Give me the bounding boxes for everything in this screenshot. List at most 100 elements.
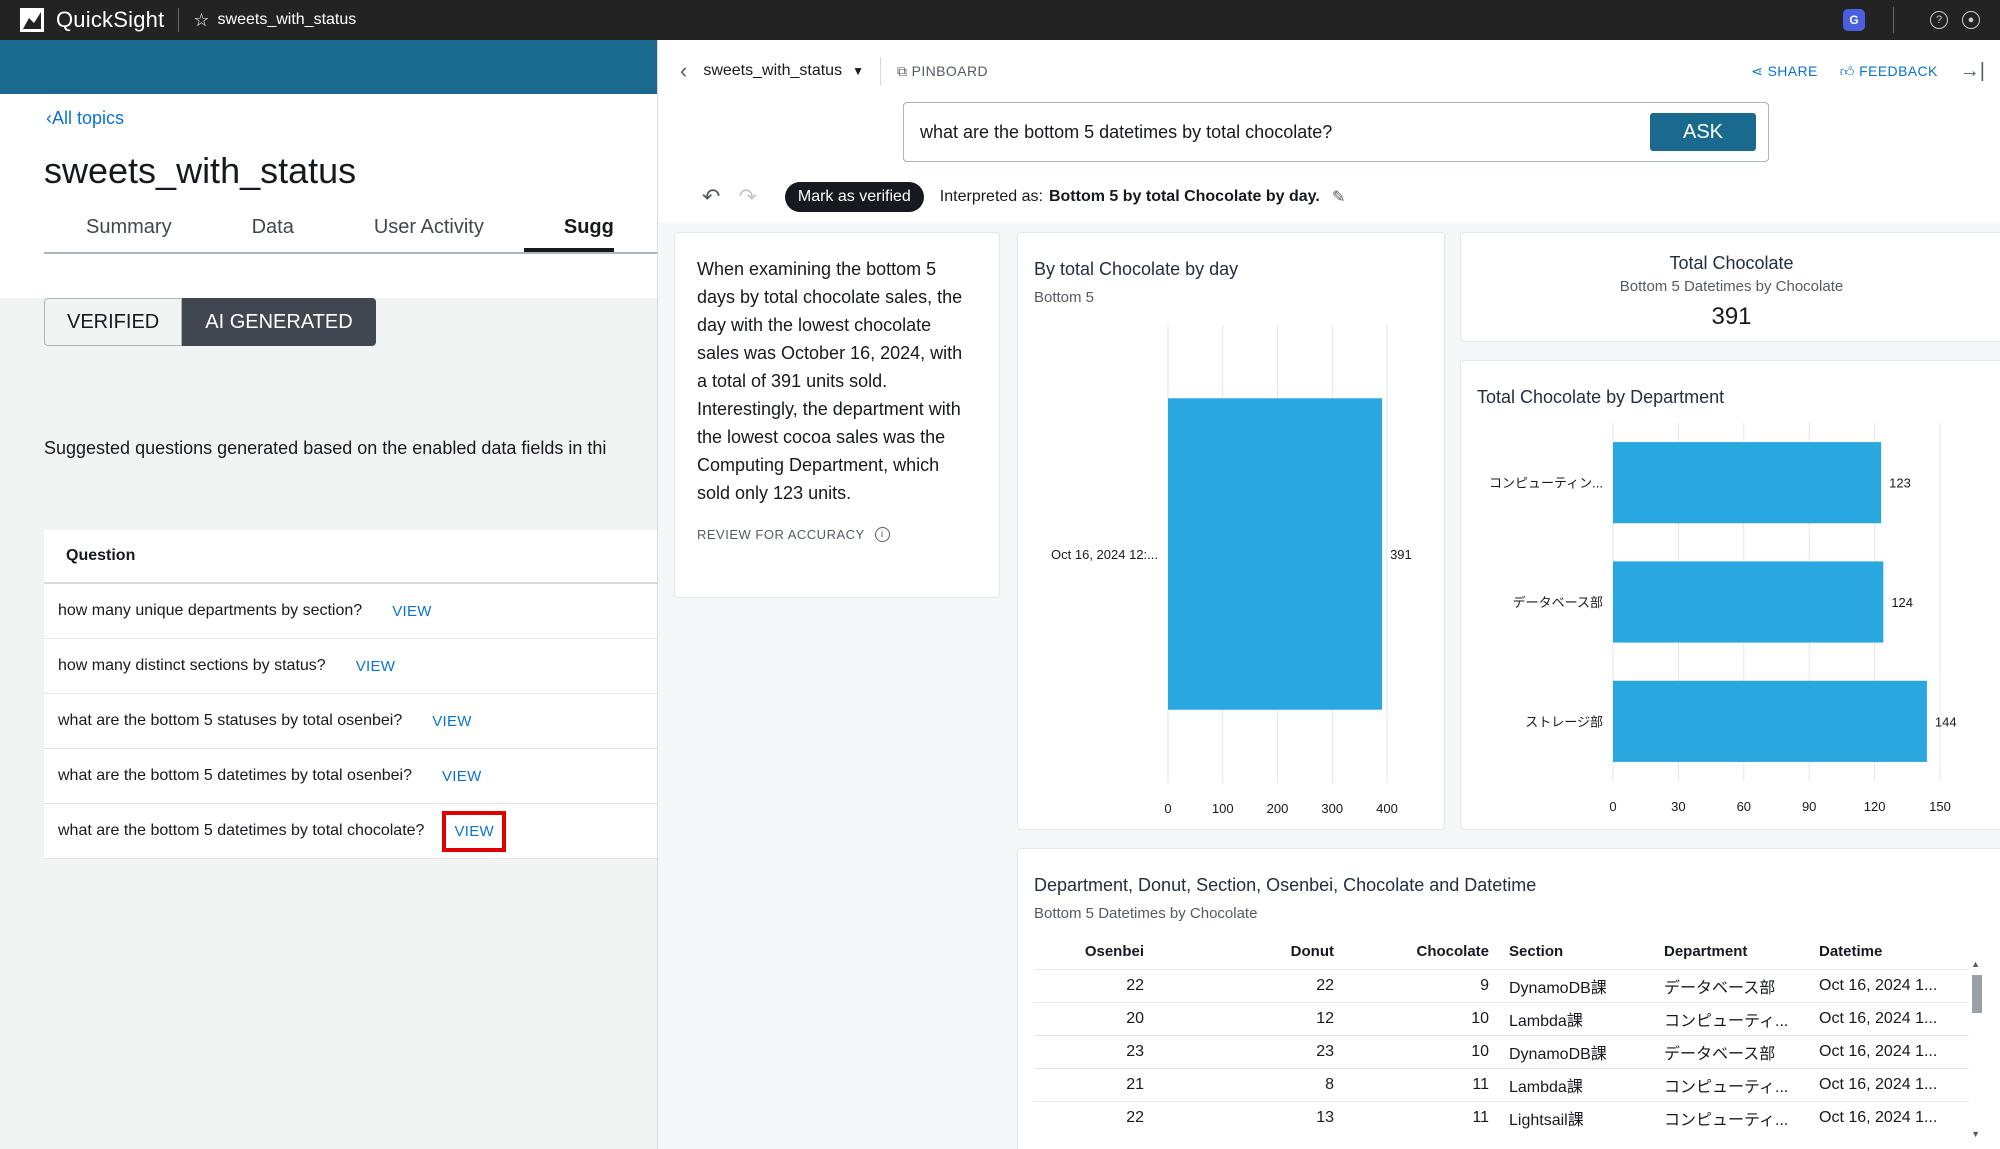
caret-down-icon[interactable]: ▼ bbox=[852, 64, 864, 78]
bar-chart-by-department: 0 30 60 90 120 150 コンピューティン... 123 データベース部 124 ストレ… bbox=[1489, 423, 1957, 814]
column-header[interactable]: Datetime bbox=[1809, 935, 1969, 969]
undo-icon[interactable]: ↶ bbox=[702, 184, 720, 210]
user-badge-icon[interactable]: G bbox=[1843, 9, 1865, 31]
narrative-card: When examining the bottom 5 days by tota… bbox=[674, 232, 1000, 598]
verified-button[interactable]: VERIFIED bbox=[44, 298, 183, 346]
tab-suggested-questions[interactable]: Sugg bbox=[523, 210, 614, 252]
questions-table: Question how many unique departments by … bbox=[44, 530, 657, 859]
edit-pencil-icon[interactable]: ✎ bbox=[1332, 187, 1345, 207]
user-icon[interactable]: ● bbox=[1962, 11, 1980, 29]
all-topics-link[interactable]: ‹All topics bbox=[46, 108, 124, 129]
table-cell: 10 bbox=[1344, 1001, 1499, 1035]
bar bbox=[1613, 442, 1882, 524]
feedback-button[interactable]: 👍︎ FEEDBACK bbox=[1840, 63, 1938, 80]
review-for-accuracy[interactable]: REVIEW FOR ACCURACY i bbox=[697, 527, 977, 542]
table-cell: コンピューティ... bbox=[1654, 1067, 1809, 1101]
x-tick-label: 400 bbox=[1376, 801, 1398, 816]
back-chevron-icon[interactable]: ‹ bbox=[680, 58, 687, 84]
star-icon[interactable]: ☆ bbox=[193, 10, 209, 31]
help-icon[interactable]: ? bbox=[1930, 11, 1948, 29]
redo-icon[interactable]: ↷ bbox=[738, 184, 756, 210]
share-button[interactable]: ⋖ SHARE bbox=[1751, 63, 1818, 80]
data-table: Osenbei Donut Chocolate Section Departme… bbox=[1034, 935, 1969, 1134]
all-topics-label: All topics bbox=[52, 108, 125, 128]
chart-card-by-department: Total Chocolate by Department 0 30 60 90 120… bbox=[1460, 360, 2000, 830]
table-cell: 22 bbox=[1034, 968, 1154, 1002]
tab-bar: Summary Data User Activity Sugg bbox=[44, 210, 657, 254]
table-cell: 10 bbox=[1344, 1034, 1499, 1068]
x-tick-label: 120 bbox=[1864, 799, 1886, 814]
question-filter-toggle: VERIFIED AI GENERATED bbox=[44, 298, 376, 346]
table-cell: コンピューティ... bbox=[1654, 1001, 1809, 1035]
kpi-value: 391 bbox=[1711, 303, 1752, 330]
kpi-title: Total Chocolate bbox=[1669, 253, 1794, 273]
table-cell: 22 bbox=[1154, 968, 1344, 1002]
app-logo[interactable]: QuickSight bbox=[20, 7, 164, 33]
column-header[interactable]: Section bbox=[1499, 935, 1654, 969]
table-cell: Oct 16, 2024 1... bbox=[1809, 1034, 1969, 1068]
collapse-panel-icon[interactable]: →| bbox=[1960, 60, 1985, 83]
view-link[interactable]: VIEW bbox=[356, 658, 396, 675]
bar-chart-by-day: 0 100 200 300 400 Oct 16, 2024 12:... 391 bbox=[1051, 325, 1412, 816]
column-header[interactable]: Chocolate bbox=[1344, 935, 1499, 969]
pinboard-button[interactable]: ⧉ PINBOARD bbox=[897, 63, 988, 80]
divider bbox=[879, 57, 881, 85]
interpreted-value: Bottom 5 by total Chocolate by day. bbox=[1048, 188, 1320, 205]
column-header[interactable]: Osenbei bbox=[1034, 935, 1154, 969]
scroll-down-icon[interactable]: ▼ bbox=[1971, 1129, 1980, 1139]
topic-selector[interactable]: sweets_with_status bbox=[703, 62, 842, 80]
tab-summary[interactable]: Summary bbox=[86, 210, 172, 252]
table-row: 23 23 10 DynamoDB課 データベース部 Oct 16, 2024 … bbox=[1034, 1034, 1969, 1068]
table-row: 22 22 9 DynamoDB課 データベース部 Oct 16, 2024 1… bbox=[1034, 968, 1969, 1002]
category-label: Oct 16, 2024 12:... bbox=[1051, 547, 1158, 562]
table-cell: 23 bbox=[1154, 1034, 1344, 1068]
table-cell: 23 bbox=[1034, 1034, 1154, 1068]
column-header[interactable]: Department bbox=[1654, 935, 1809, 969]
table-cell: 11 bbox=[1344, 1067, 1499, 1101]
banner bbox=[0, 40, 657, 94]
category-label: ストレージ部 bbox=[1525, 714, 1603, 729]
table-cell: Lambda課 bbox=[1499, 1001, 1654, 1035]
table-cell: 11 bbox=[1344, 1100, 1499, 1134]
suggested-description: Suggested questions generated based on t… bbox=[44, 438, 607, 458]
ask-button[interactable]: ASK bbox=[1650, 113, 1756, 151]
tab-user-activity[interactable]: User Activity bbox=[374, 210, 484, 252]
table-cell: コンピューティ... bbox=[1654, 1100, 1809, 1134]
info-icon[interactable]: i bbox=[874, 527, 890, 542]
ai-generated-button[interactable]: AI GENERATED bbox=[182, 298, 376, 346]
table-row: 20 12 10 Lambda課 コンピューティ... Oct 16, 2024… bbox=[1034, 1001, 1969, 1035]
divider bbox=[1893, 7, 1894, 33]
scroll-up-icon[interactable]: ▲ bbox=[1971, 959, 1980, 969]
x-tick-label: 150 bbox=[1929, 799, 1951, 814]
x-tick-label: 0 bbox=[1609, 799, 1616, 814]
question-input[interactable] bbox=[904, 121, 1650, 143]
table-cell: Lambda課 bbox=[1499, 1067, 1654, 1101]
question-text: how many unique departments by section? bbox=[58, 602, 363, 619]
table-header-row: Osenbei Donut Chocolate Section Departme… bbox=[1034, 935, 1969, 969]
page-title: sweets_with_status bbox=[44, 150, 357, 191]
table-row: what are the bottom 5 statuses by total … bbox=[44, 694, 657, 749]
kpi-subtitle: Bottom 5 Datetimes by Chocolate bbox=[1619, 278, 1844, 295]
column-header-question: Question bbox=[44, 530, 657, 584]
table-cell: DynamoDB課 bbox=[1499, 1034, 1654, 1068]
table-row: what are the bottom 5 datetimes by total… bbox=[44, 749, 657, 804]
x-tick-label: 60 bbox=[1737, 799, 1751, 814]
view-link[interactable]: VIEW bbox=[432, 713, 472, 730]
view-link-highlighted[interactable]: VIEW bbox=[442, 810, 506, 852]
question-text: what are the bottom 5 datetimes by total… bbox=[58, 822, 425, 839]
table-subtitle: Bottom 5 Datetimes by Chocolate bbox=[1034, 905, 1258, 922]
mark-as-verified-button[interactable]: Mark as verified bbox=[784, 182, 924, 212]
app-name: QuickSight bbox=[56, 7, 165, 32]
topic-page: ‹All topics sweets_with_status Summary D… bbox=[0, 40, 657, 1149]
view-link[interactable]: VIEW bbox=[442, 768, 482, 785]
table-scrollbar[interactable] bbox=[1972, 975, 1982, 1013]
data-table-card: Department, Donut, Section, Osenbei, Cho… bbox=[1017, 848, 2000, 1149]
view-link[interactable]: VIEW bbox=[392, 603, 432, 620]
table-row: how many distinct sections by status? VI… bbox=[44, 639, 657, 694]
column-header[interactable]: Donut bbox=[1154, 935, 1344, 969]
bar bbox=[1168, 398, 1383, 710]
table-row: 21 8 11 Lambda課 コンピューティ... Oct 16, 2024 … bbox=[1034, 1067, 1969, 1101]
table-row: what are the bottom 5 datetimes by total… bbox=[44, 804, 657, 859]
tab-data[interactable]: Data bbox=[252, 210, 294, 252]
quicksight-logo-icon bbox=[20, 8, 44, 32]
